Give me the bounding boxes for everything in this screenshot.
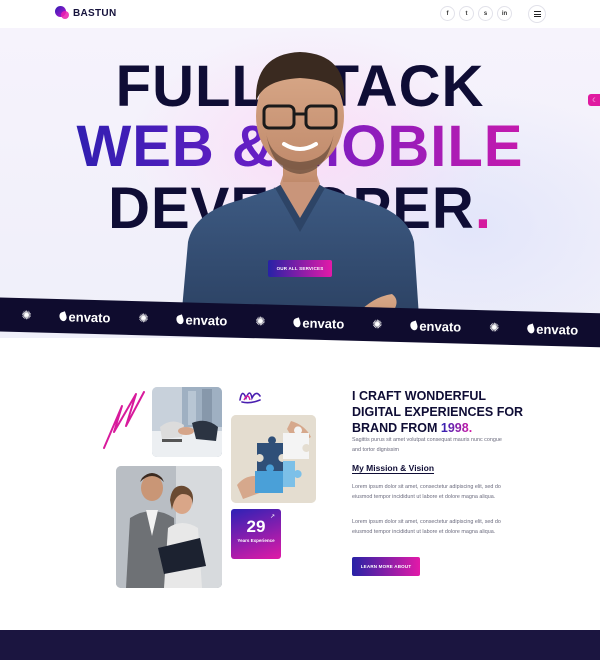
envato-leaf-icon (526, 323, 536, 334)
sparkle-icon: ✺ (21, 308, 32, 323)
puzzle-pieces-photo (231, 415, 316, 503)
next-section-band (0, 630, 600, 660)
facebook-icon[interactable]: f (440, 6, 455, 21)
envato-leaf-icon (58, 310, 68, 322)
envato-leaf-icon (292, 316, 302, 328)
about-heading-year: 1998. (440, 421, 473, 435)
sparkle-icon: ✺ (489, 320, 500, 335)
partner-logo-text: envato (68, 308, 111, 325)
office-handshake-photo (152, 387, 222, 457)
partner-logo: envato (175, 311, 228, 328)
sparkle-icon: ✺ (138, 311, 149, 326)
about-heading-text: I CRAFT WONDERFUL DIGITAL EXPERIENCES FO… (352, 389, 524, 435)
linkedin-icon[interactable]: in (497, 6, 512, 21)
partner-logo: envato (292, 314, 345, 332)
partner-logo-text: envato (185, 311, 228, 328)
purple-curl-decoration (239, 392, 261, 404)
experience-label: Years Experience (237, 538, 275, 543)
partner-logo: envato (58, 308, 111, 325)
about-section: ↗ 29 Years Experience I CRAFT WONDERFUL … (0, 340, 600, 630)
hero-accent-dot: . (474, 176, 492, 241)
skype-icon[interactable]: s (478, 6, 493, 21)
experience-badge: ↗ 29 Years Experience (231, 509, 281, 559)
social-links: f t s in (440, 6, 512, 21)
about-heading: I CRAFT WONDERFUL DIGITAL EXPERIENCES FO… (352, 388, 532, 436)
logo-mark-icon (55, 6, 69, 20)
developer-portrait (180, 52, 420, 332)
hero-section: FULL STACK WEB & MOBILE DEVELOPER. OUR A… (0, 28, 600, 338)
business-team-photo (116, 466, 222, 588)
dark-mode-toggle-icon[interactable]: ☾ (588, 94, 600, 106)
brand-logo[interactable]: BASTUN (55, 6, 116, 20)
hamburger-menu-icon[interactable] (528, 5, 546, 23)
mission-paragraph-1: Lorem ipsum dolor sit amet, consectetur … (352, 484, 501, 500)
sparkle-icon: ✺ (255, 314, 266, 329)
about-subtitle: Sagittis purus sit amet volutpat consequ… (352, 437, 502, 453)
mission-paragraph-2: Lorem ipsum dolor sit amet, consectetur … (352, 519, 501, 535)
envato-leaf-icon (175, 313, 185, 325)
experience-years: 29 (246, 517, 266, 536)
partner-logo: envato (526, 321, 579, 338)
learn-more-about-button[interactable]: LEARN MORE ABOUT (352, 557, 420, 576)
twitter-icon[interactable]: t (459, 6, 474, 21)
our-services-button[interactable]: OUR ALL SERVICES (268, 260, 332, 277)
envato-leaf-icon (409, 319, 419, 331)
partner-logo-text: envato (302, 314, 345, 332)
sparkle-icon: ✺ (372, 317, 383, 332)
partner-logo: envato (409, 318, 462, 335)
partner-logo-text: envato (419, 318, 462, 335)
brand-name: BASTUN (73, 7, 117, 19)
site-header: BASTUN f t s in (0, 0, 600, 28)
mission-vision-heading: My Mission & Vision (352, 463, 435, 473)
partner-logo-text: envato (536, 321, 579, 338)
pink-scribble-decoration (103, 391, 145, 449)
